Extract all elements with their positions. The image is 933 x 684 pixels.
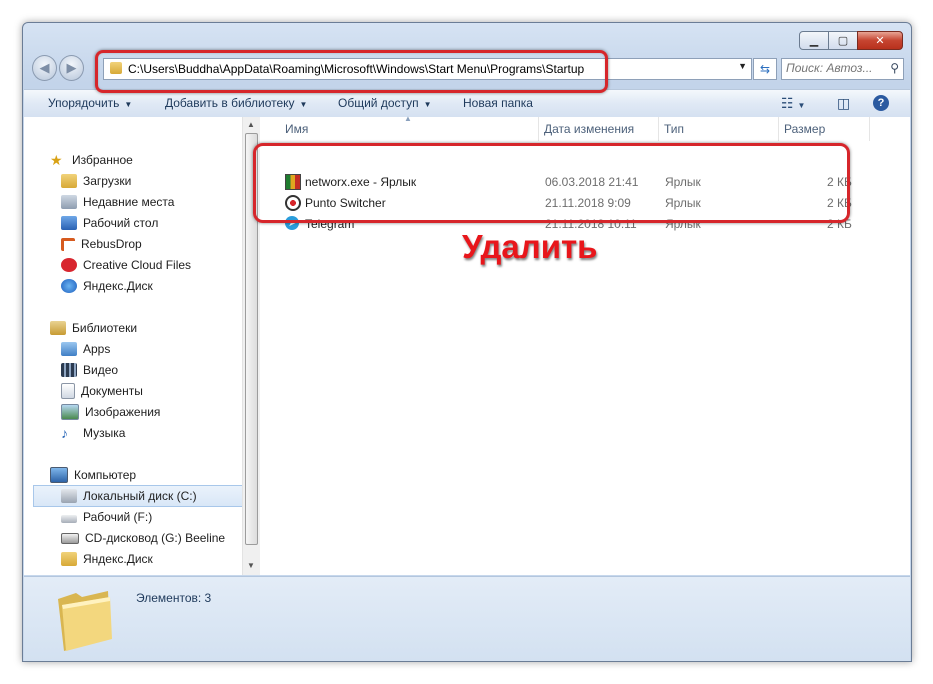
nav-item-cd-drive-g[interactable]: CD-дисковод (G:) Beeline bbox=[61, 528, 225, 548]
column-header-type[interactable]: Тип bbox=[659, 117, 779, 141]
creative-cloud-icon bbox=[61, 258, 77, 272]
back-button[interactable]: ◀ bbox=[32, 55, 57, 81]
address-highlight-box bbox=[95, 50, 608, 93]
caption-buttons: ▁ ▢ ✕ bbox=[799, 31, 903, 50]
forward-button[interactable]: ▶ bbox=[59, 55, 84, 81]
delete-annotation: Удалить bbox=[462, 228, 598, 265]
system-drive-icon bbox=[61, 489, 77, 503]
column-header-name[interactable]: Имя ▲ bbox=[280, 114, 539, 141]
nav-item-music[interactable]: ♪ Музыка bbox=[61, 423, 125, 443]
video-library-icon bbox=[61, 363, 77, 377]
new-folder-button[interactable]: Новая папка bbox=[463, 96, 533, 110]
rebusdrop-icon bbox=[61, 237, 75, 251]
nav-item-creative-cloud[interactable]: Creative Cloud Files bbox=[61, 255, 191, 275]
view-options-icon[interactable]: ☷ ▼ bbox=[781, 95, 805, 112]
nav-item-yandex-disk-2[interactable]: Яндекс.Диск bbox=[61, 549, 153, 569]
libraries-icon bbox=[50, 321, 66, 335]
search-input[interactable] bbox=[786, 59, 880, 77]
chevron-down-icon: ▼ bbox=[299, 100, 308, 109]
yandex-disk-icon bbox=[61, 279, 77, 293]
nav-item-yandex-disk[interactable]: Яндекс.Диск bbox=[61, 276, 153, 296]
yandex-disk-folder-icon bbox=[61, 552, 77, 566]
downloads-icon bbox=[61, 174, 77, 188]
refresh-button[interactable]: ⇆ bbox=[753, 58, 777, 80]
navigation-pane: ★ Избранное Загрузки Недавние места Рабоч… bbox=[24, 117, 242, 575]
music-note-icon: ♪ bbox=[61, 425, 68, 441]
drive-icon bbox=[61, 514, 77, 523]
explorer-window: ▁ ▢ ✕ ◀ ▶ C:\Users\Buddha\AppData\Roamin… bbox=[22, 22, 912, 662]
documents-library-icon bbox=[61, 383, 75, 399]
desktop-icon bbox=[61, 216, 77, 230]
arrow-left-icon: ◀ bbox=[39, 60, 50, 75]
scroll-down-icon[interactable]: ▼ bbox=[247, 561, 255, 570]
nav-libraries[interactable]: Библиотеки bbox=[50, 318, 137, 338]
cd-drive-icon bbox=[61, 532, 79, 544]
recent-places-icon bbox=[61, 195, 77, 209]
folder-icon bbox=[58, 591, 112, 651]
preview-pane-icon[interactable]: ◫ bbox=[837, 95, 850, 112]
nav-computer[interactable]: Компьютер bbox=[50, 465, 136, 485]
command-bar: Упорядочить ▼ Добавить в библиотеку ▼ Общи… bbox=[24, 89, 910, 118]
refresh-icon: ⇆ bbox=[759, 62, 771, 76]
nav-item-recent[interactable]: Недавние места bbox=[61, 192, 174, 212]
minimize-button[interactable]: ▁ bbox=[799, 31, 829, 50]
details-pane: Элементов: 3 bbox=[24, 576, 910, 661]
help-icon[interactable]: ? bbox=[873, 95, 889, 111]
computer-icon bbox=[50, 467, 68, 483]
nav-item-video[interactable]: Видео bbox=[61, 360, 118, 380]
apps-library-icon bbox=[61, 342, 77, 356]
files-highlight-box bbox=[253, 143, 850, 223]
column-header-size[interactable]: Размер bbox=[779, 117, 870, 141]
pictures-library-icon bbox=[61, 404, 79, 420]
nav-favorites[interactable]: ★ Избранное bbox=[50, 150, 133, 170]
sort-ascending-icon: ▲ bbox=[404, 114, 412, 123]
nav-item-apps[interactable]: Apps bbox=[61, 339, 110, 359]
maximize-button[interactable]: ▢ bbox=[828, 31, 858, 50]
items-count: Элементов: 3 bbox=[136, 591, 212, 605]
scroll-up-icon[interactable]: ▲ bbox=[247, 120, 255, 129]
nav-item-downloads[interactable]: Загрузки bbox=[61, 171, 131, 191]
chevron-down-icon: ▼ bbox=[423, 100, 432, 109]
nav-item-documents[interactable]: Документы bbox=[61, 381, 143, 401]
star-icon: ★ bbox=[50, 152, 63, 168]
close-button[interactable]: ✕ bbox=[857, 31, 903, 50]
nav-item-drive-f[interactable]: Рабочий (F:) bbox=[61, 507, 152, 527]
organize-button[interactable]: Упорядочить ▼ bbox=[48, 96, 132, 110]
column-header-date[interactable]: Дата изменения bbox=[539, 117, 659, 141]
nav-item-desktop[interactable]: Рабочий стол bbox=[61, 213, 158, 233]
nav-buttons: ◀ ▶ bbox=[32, 55, 86, 81]
share-button[interactable]: Общий доступ ▼ bbox=[338, 96, 432, 110]
nav-item-local-disk-c[interactable]: Локальный диск (C:) bbox=[33, 485, 242, 507]
chevron-down-icon: ▼ bbox=[124, 100, 133, 109]
nav-item-rebusdrop[interactable]: RebusDrop bbox=[61, 234, 142, 254]
search-icon[interactable]: ⚲ bbox=[890, 61, 899, 75]
chevron-down-icon[interactable]: ▼ bbox=[738, 61, 747, 71]
nav-item-pictures[interactable]: Изображения bbox=[61, 402, 160, 422]
search-box: ⚲ bbox=[781, 58, 904, 80]
arrow-right-icon: ▶ bbox=[66, 60, 77, 75]
add-to-library-button[interactable]: Добавить в библиотеку ▼ bbox=[165, 96, 307, 110]
